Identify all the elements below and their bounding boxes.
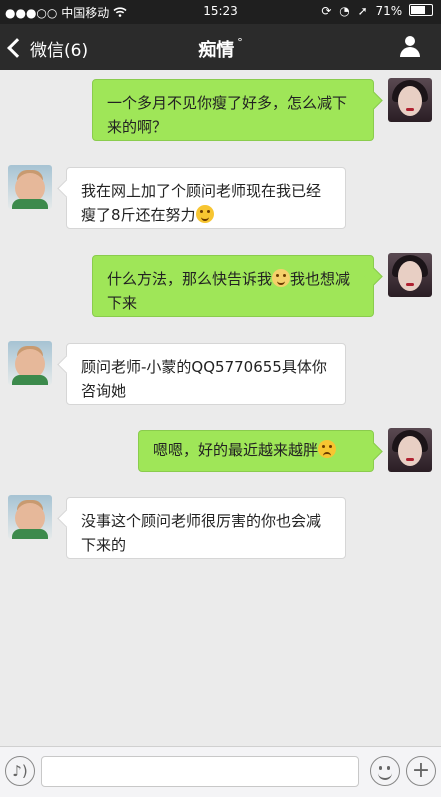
- avatar-shirt: [12, 375, 48, 385]
- message-text: 一个多月不见你瘦了好多，怎么减下来的啊？: [107, 94, 348, 136]
- message-input[interactable]: [41, 756, 359, 787]
- friend-avatar[interactable]: [8, 495, 52, 539]
- outgoing-message-bubble[interactable]: 嗯嗯，好的最近越来越胖: [138, 430, 374, 472]
- incoming-message-bubble[interactable]: 没事这个顾问老师很厉害的你也会减下来的: [66, 497, 346, 559]
- battery-icon: [409, 4, 433, 16]
- rotation-lock-icon: ⟳: [321, 4, 332, 18]
- friend-avatar[interactable]: [8, 165, 52, 209]
- nav-bar: 微信(6) 痴情 °: [0, 24, 441, 70]
- message-text: 没事这个顾问老师很厉害的你也会减下来的: [81, 512, 322, 554]
- chat-title: 痴情 °: [0, 36, 441, 62]
- message-text: 什么方法，那么快告诉我: [107, 270, 273, 288]
- smile-icon[interactable]: [370, 756, 400, 786]
- chat-title-text: 痴情: [198, 40, 235, 61]
- status-bar: ●●●○○ 中国移动 15:23 ⟳ ◔ ➚ 71%: [0, 0, 441, 24]
- location-icon: ➚: [357, 4, 368, 18]
- plus-icon[interactable]: +: [406, 756, 436, 786]
- avatar-shirt: [12, 199, 48, 209]
- my-avatar[interactable]: [388, 428, 432, 472]
- message-text: 嗯嗯，好的最近越来越胖: [153, 441, 319, 459]
- profile-icon-body: [400, 47, 420, 57]
- avatar-lips: [406, 458, 414, 461]
- my-avatar[interactable]: [388, 253, 432, 297]
- incoming-message-bubble[interactable]: 我在网上加了个顾问老师现在我已经瘦了8斤还在努力: [66, 167, 346, 229]
- avatar-face: [398, 436, 422, 466]
- battery-percent: 71%: [375, 4, 403, 18]
- frown-emoji-icon: [318, 440, 337, 458]
- outgoing-message-bubble[interactable]: 什么方法，那么快告诉我 我也想减下来: [92, 255, 374, 317]
- avatar-face: [398, 261, 422, 291]
- alarm-icon: ◔: [339, 4, 350, 18]
- message-text: 顾问老师-小蒙的QQ5770655具体你咨询她: [81, 358, 327, 400]
- status-right: ⟳ ◔ ➚ 71%: [321, 4, 433, 18]
- voice-icon[interactable]: ♪): [5, 756, 35, 786]
- avatar-lips: [406, 283, 414, 286]
- my-avatar[interactable]: [388, 78, 432, 122]
- outgoing-message-bubble[interactable]: 一个多月不见你瘦了好多，怎么减下来的啊？: [92, 79, 374, 141]
- profile-icon-head: [405, 36, 415, 46]
- friend-avatar[interactable]: [8, 341, 52, 385]
- profile-icon[interactable]: [399, 36, 421, 58]
- incoming-message-bubble[interactable]: 顾问老师-小蒙的QQ5770655具体你咨询她: [66, 343, 346, 405]
- input-bar: ♪) +: [0, 746, 441, 797]
- avatar-shirt: [12, 529, 48, 539]
- shy-emoji-icon: [272, 269, 291, 287]
- avatar-face: [398, 86, 422, 116]
- avatar-lips: [406, 108, 414, 111]
- grin-emoji-icon: [195, 205, 214, 223]
- chat-title-suffix: °: [237, 36, 243, 49]
